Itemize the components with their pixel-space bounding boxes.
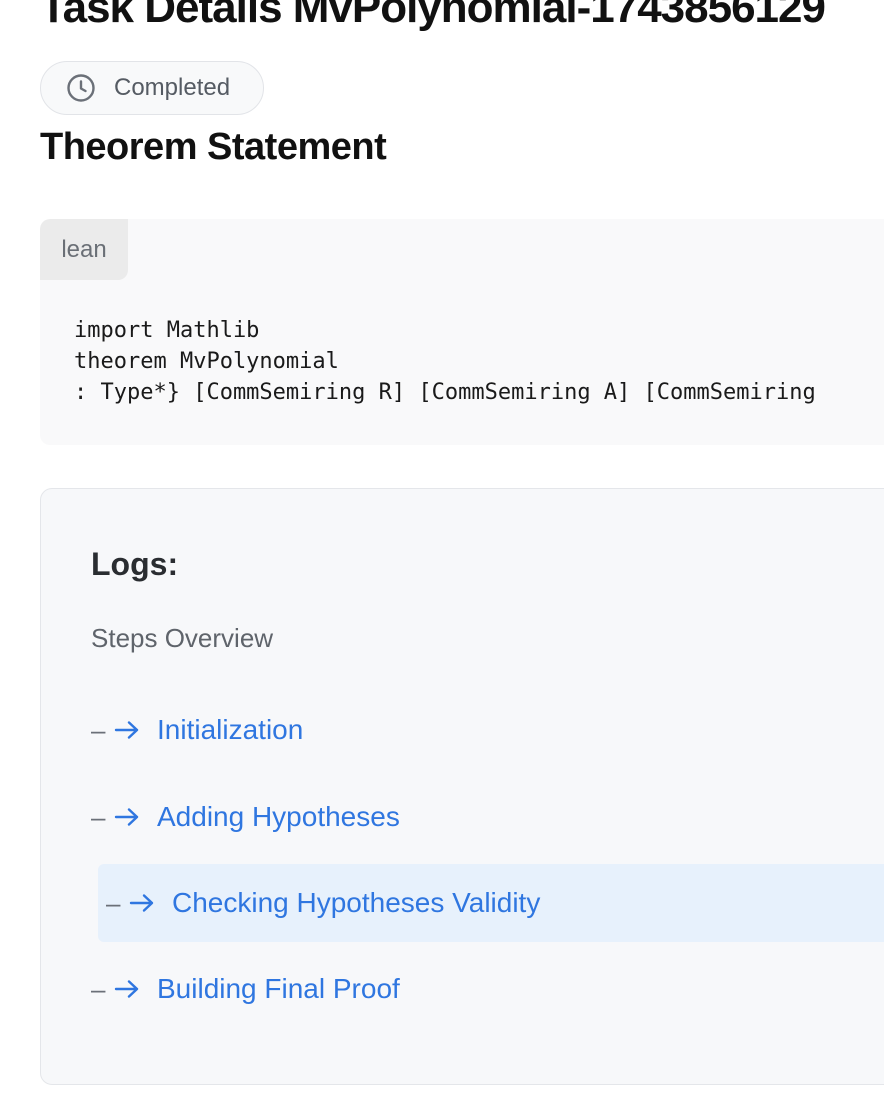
step-dash: – (91, 801, 106, 832)
code-content: import Mathlib theorem MvPolynomial : Ty… (74, 318, 816, 405)
step-item-adding-hypotheses[interactable]: – Adding Hypotheses (91, 778, 400, 856)
page-title: Task Details MvPolynomial-1743856129 (40, 0, 826, 32)
logs-title: Logs: (91, 546, 179, 582)
code-block: lean import Mathlib theorem MvPolynomial… (40, 219, 884, 445)
step-item-initialization[interactable]: – Initialization (91, 691, 303, 769)
arrow-right-icon (128, 892, 172, 914)
step-label[interactable]: Adding Hypotheses (157, 801, 400, 833)
arrow-right-icon (113, 806, 157, 828)
clock-icon (66, 73, 96, 103)
arrow-right-icon (113, 978, 157, 1000)
step-dash: – (106, 887, 121, 918)
status-badge: Completed (40, 61, 264, 115)
step-item-building-final-proof[interactable]: – Building Final Proof (91, 950, 400, 1028)
step-label[interactable]: Initialization (157, 714, 303, 746)
step-label[interactable]: Checking Hypotheses Validity (172, 887, 540, 919)
theorem-statement-heading: Theorem Statement (40, 126, 387, 168)
steps-overview-label: Steps Overview (91, 623, 274, 653)
step-dash: – (91, 973, 106, 1004)
step-item-checking-hypotheses-validity[interactable]: – Checking Hypotheses Validity (98, 864, 884, 942)
step-dash: – (91, 714, 106, 745)
status-label: Completed (114, 74, 231, 101)
code-language-tag: lean (40, 219, 128, 280)
task-details-page: Task Details MvPolynomial-1743856129 Com… (0, 0, 884, 1094)
step-label[interactable]: Building Final Proof (157, 973, 400, 1005)
arrow-right-icon (113, 719, 157, 741)
logs-panel: Logs: Steps Overview – Initialization – … (40, 488, 884, 1085)
